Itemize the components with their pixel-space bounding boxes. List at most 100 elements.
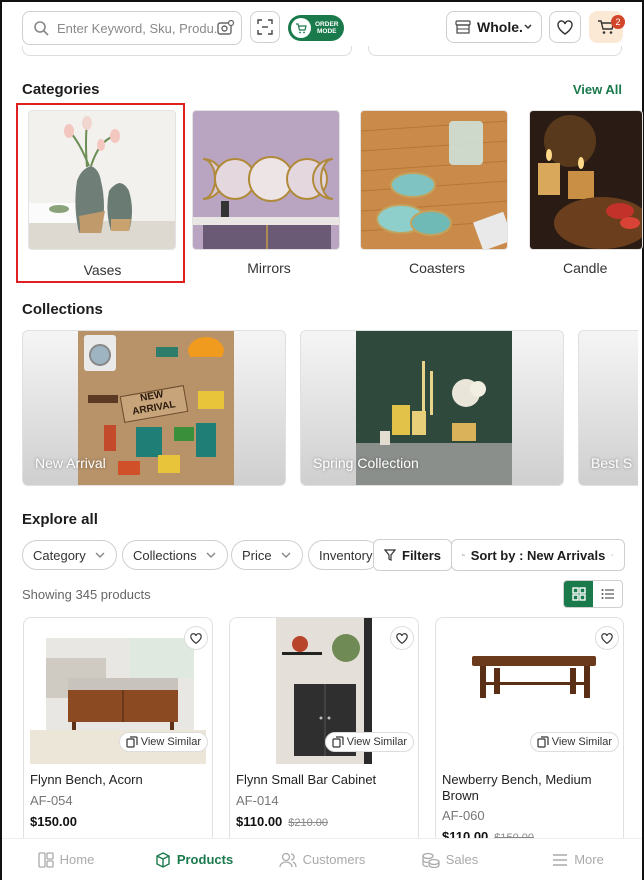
collection-label: New Arrival [35,455,106,471]
category-card-candle[interactable]: Candle [523,108,643,283]
filter-category[interactable]: Category [22,540,117,570]
view-toggle [563,580,623,608]
category-image [28,110,176,250]
view-similar-button[interactable]: View Similar [529,732,619,752]
filter-label: Price [242,547,272,563]
carousel-edge [22,46,622,60]
barcode-scan-button[interactable] [250,11,280,43]
store-selector[interactable]: Whole... [446,11,542,43]
wishlist-button[interactable] [549,11,581,43]
product-card[interactable]: View Similar Newberry Bench, Medium Brow… [435,617,624,847]
grid-view-button[interactable] [564,581,593,607]
store-icon [455,20,471,34]
collection-label: Best S [591,455,633,471]
store-selector-label: Whole... [477,19,523,35]
collection-card-best[interactable]: Best S [578,330,638,486]
nav-home[interactable]: Home [2,851,130,868]
nav-sales[interactable]: Sales [386,852,514,868]
list-view-button[interactable] [593,581,622,607]
explore-title: Explore all [22,511,98,528]
filter-inventory[interactable]: Inventory [308,540,380,570]
similar-icon [126,736,138,748]
search-input[interactable]: Enter Keyword, Sku, Produ... [57,21,217,36]
category-image [360,110,508,250]
home-icon [38,851,54,868]
product-sku: AF-054 [30,793,73,808]
product-name: Flynn Small Bar Cabinet [236,772,377,787]
cart-count-badge: 2 [611,15,625,29]
filter-label: Inventory [319,547,373,563]
product-card[interactable]: View Similar Flynn Small Bar Cabinet AF-… [229,617,419,847]
product-price: $110.00 $210.00 [236,814,329,829]
product-original-price: $210.00 [288,817,329,829]
menu-icon [553,853,568,866]
similar-icon [332,736,344,748]
collection-card-new-arrival[interactable]: NEW ARRIVAL New Arrival [22,330,286,486]
view-similar-button[interactable]: View Similar [118,732,208,752]
similar-icon [537,736,549,748]
filter-collections[interactable]: Collections [122,540,228,570]
category-card-coasters[interactable]: Coasters [354,108,510,283]
view-similar-label: View Similar [346,736,407,748]
heart-icon [396,632,408,644]
cart-icon [291,18,311,38]
category-card-mirrors[interactable]: Mirrors [186,108,342,283]
chevron-down-icon [524,24,532,30]
view-similar-button[interactable]: View Similar [324,732,414,752]
nav-label: Customers [302,852,366,867]
collections-title: Collections [22,301,103,318]
list-icon [601,589,614,599]
category-card-vases[interactable]: Vases [16,103,185,283]
box-icon [156,851,170,868]
nav-more[interactable]: More [514,852,642,867]
sort-button[interactable]: Sort by : New Arrivals [451,539,625,571]
chevron-down-icon [95,552,105,558]
wishlist-heart-button[interactable] [595,626,619,650]
categories-title: Categories [22,81,100,98]
filters-button[interactable]: Filters [373,539,453,571]
category-image [529,110,643,250]
collection-card-spring[interactable]: Spring Collection [300,330,564,486]
chevron-down-icon [611,554,614,556]
scan-icon [257,19,273,35]
filter-label: Collections [133,547,197,563]
filter-label: Category [33,547,86,563]
view-similar-label: View Similar [551,736,612,748]
sort-label: Sort by : New Arrivals [470,547,606,563]
product-card[interactable]: View Similar Flynn Bench, Acorn AF-054 $… [23,617,213,847]
product-price: $150.00 [30,814,77,829]
nav-products[interactable]: Products [130,851,258,868]
nav-customers[interactable]: Customers [258,852,386,868]
product-name: Flynn Bench, Acorn [30,772,143,787]
filters-label: Filters [402,547,442,563]
product-name: Newberry Bench, Medium Brown [442,772,592,803]
product-sku: AF-014 [236,793,279,808]
search-icon [34,21,49,36]
image-search-icon[interactable] [217,20,235,36]
heart-icon [190,632,202,644]
order-mode-toggle[interactable]: ORDER MODE [288,15,344,41]
product-count: Showing 345 products [22,587,151,602]
cart-button[interactable]: 2 [589,11,625,43]
wishlist-heart-button[interactable] [184,626,208,650]
nav-label: Home [59,852,95,867]
category-label: Vases [83,262,122,278]
bottom-navigation: Home Products Customers Sales More [2,838,642,880]
nav-label: More [574,852,604,867]
wishlist-heart-button[interactable] [390,626,414,650]
category-label: Coasters [408,260,466,276]
coins-icon [422,852,440,868]
users-icon [278,852,297,867]
heart-icon [557,19,573,35]
order-mode-label: ORDER MODE [315,21,339,35]
grid-icon [571,587,586,601]
filter-bar: Category Collections Price Inventory Fil… [22,539,626,572]
collection-label: Spring Collection [313,455,419,471]
nav-label: Sales [445,852,479,867]
heart-icon [601,632,613,644]
filter-price[interactable]: Price [231,540,303,570]
view-all-link[interactable]: View All [573,82,622,97]
category-image [192,110,340,250]
search-bar[interactable]: Enter Keyword, Sku, Produ... [22,11,242,45]
nav-label: Products [176,852,234,867]
